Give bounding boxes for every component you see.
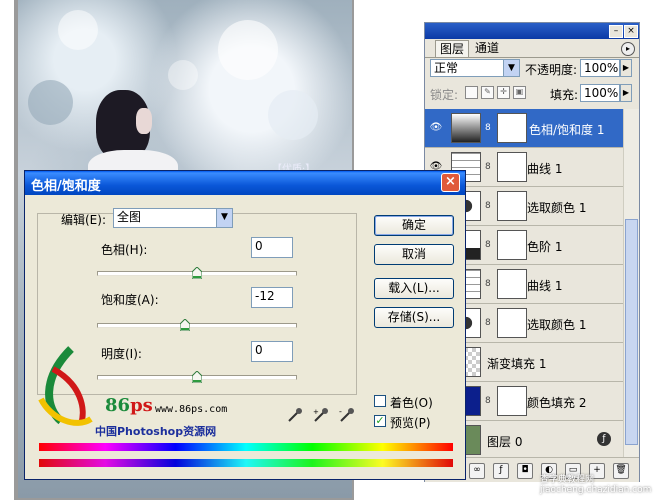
logo-brand: 86ps	[105, 395, 153, 416]
svg-text:-: -	[339, 407, 342, 416]
layers-panel-titlebar[interactable]: – ×	[425, 23, 639, 39]
chevron-down-icon: ▼	[503, 60, 519, 76]
eyedropper-minus-icon[interactable]: -	[339, 407, 355, 423]
add-mask-icon[interactable]: ◘	[517, 463, 533, 479]
layer-name: 选取颜色 1	[527, 201, 587, 215]
close-icon[interactable]: ×	[624, 25, 638, 38]
svg-text:+: +	[313, 408, 319, 416]
layer-name: 颜色填充 2	[527, 396, 587, 410]
close-icon[interactable]: ×	[441, 173, 460, 192]
preview-checkbox[interactable]: ✓	[374, 415, 386, 427]
input-color-bar	[39, 443, 453, 451]
layers-scrollbar[interactable]	[623, 109, 639, 457]
layer-mask-thumbnail[interactable]	[497, 230, 527, 260]
eyedropper-plus-icon[interactable]: +	[313, 407, 329, 423]
saturation-input[interactable]: -12	[251, 287, 293, 308]
scrollbar-thumb[interactable]	[625, 219, 638, 445]
link-icon[interactable]: 8	[485, 161, 493, 173]
eye-icon[interactable]: 👁	[428, 121, 444, 135]
lock-all-icon[interactable]: ▣	[513, 86, 526, 99]
layer-mask-thumbnail[interactable]	[497, 113, 527, 143]
logo-chinese-text: 中国Photoshop资源网	[95, 425, 217, 438]
ok-button[interactable]: 确定	[374, 215, 454, 236]
link-icon[interactable]: 8	[485, 395, 493, 407]
lock-transparent-icon[interactable]	[465, 86, 478, 99]
colorize-label: 着色(O)	[390, 396, 433, 410]
eyedropper-icon[interactable]	[287, 407, 303, 423]
edit-label: 编辑(E):	[61, 213, 106, 227]
layers-tabs: 图层 通道 ▸	[425, 39, 639, 58]
lock-label: 锁定:	[430, 88, 459, 102]
logo-brand-number: 86	[105, 395, 131, 416]
link-icon[interactable]: 8	[485, 239, 493, 251]
hue-saturation-dialog: 色相/饱和度 × 编辑(E): 全图 ▼ 色相(H): 0 饱和度(A): -1…	[24, 170, 466, 480]
blend-mode-select[interactable]: 正常 ▼	[430, 59, 520, 77]
layer-style-icon[interactable]: ƒ	[493, 463, 509, 479]
link-icon[interactable]: 8	[485, 278, 493, 290]
lightness-input[interactable]: 0	[251, 341, 293, 362]
chevron-down-icon: ▼	[216, 209, 232, 227]
opacity-slider-button[interactable]: ▶	[620, 59, 632, 77]
layer-row[interactable]: 👁 8 色相/饱和度 1	[425, 109, 623, 148]
fill-slider-button[interactable]: ▶	[620, 84, 632, 102]
link-icon[interactable]: 8	[485, 122, 493, 134]
logo-brand-ps: ps	[130, 395, 153, 416]
lock-paint-icon[interactable]: ✎	[481, 86, 494, 99]
lock-move-icon[interactable]: ✛	[497, 86, 510, 99]
layer-name: 色阶 1	[527, 240, 563, 254]
fill-label: 填充:	[550, 88, 579, 102]
layer-mask-thumbnail[interactable]	[497, 269, 527, 299]
layer-name: 色相/饱和度 1	[529, 123, 605, 137]
tab-layers[interactable]: 图层	[435, 40, 470, 57]
opacity-input[interactable]: 100%	[580, 59, 620, 77]
layer-mask-thumbnail[interactable]	[497, 191, 527, 221]
hue-slider-thumb[interactable]	[192, 267, 202, 279]
layer-name: 曲线 1	[527, 279, 563, 293]
hue-input[interactable]: 0	[251, 237, 293, 258]
edit-value: 全图	[117, 210, 142, 224]
hue-label: 色相(H):	[101, 243, 148, 257]
adjustment-thumbnail-icon	[451, 113, 481, 143]
layer-style-icon[interactable]: ƒ	[597, 432, 611, 446]
output-color-bar	[39, 459, 453, 467]
layer-mask-thumbnail[interactable]	[497, 308, 527, 338]
layer-name: 渐变填充 1	[487, 357, 547, 371]
load-button[interactable]: 载入(L)...	[374, 278, 454, 299]
link-icon[interactable]: 8	[485, 317, 493, 329]
colorize-checkbox[interactable]	[374, 395, 386, 407]
link-icon[interactable]: 8	[485, 200, 493, 212]
saturation-slider-track[interactable]	[97, 323, 297, 328]
save-button[interactable]: 存储(S)...	[374, 307, 454, 328]
opacity-label: 不透明度:	[525, 63, 578, 77]
blend-mode-value: 正常	[434, 61, 459, 75]
cancel-button[interactable]: 取消	[374, 244, 454, 265]
lightness-slider-thumb[interactable]	[192, 371, 202, 383]
saturation-slider-thumb[interactable]	[180, 319, 190, 331]
layer-mask-thumbnail[interactable]	[497, 152, 527, 182]
dialog-title: 色相/饱和度	[31, 179, 101, 194]
dialog-titlebar[interactable]: 色相/饱和度 ×	[25, 171, 465, 195]
layer-name: 图层 0	[487, 435, 523, 449]
site-watermark: 查字典教程网 jiaocheng.chazidian.com	[540, 475, 652, 495]
edit-select[interactable]: 全图 ▼	[113, 208, 233, 228]
layer-name: 选取颜色 1	[527, 318, 587, 332]
logo-url: www.86ps.com	[155, 404, 228, 415]
layer-mask-thumbnail[interactable]	[497, 386, 527, 416]
preview-label: 预览(P)	[390, 416, 431, 430]
fill-input[interactable]: 100%	[580, 84, 620, 102]
panel-menu-icon[interactable]: ▸	[621, 42, 635, 56]
layer-name: 曲线 1	[527, 162, 563, 176]
minimize-icon[interactable]: –	[609, 25, 623, 38]
link-layers-icon[interactable]: ∞	[469, 463, 485, 479]
tab-channels[interactable]: 通道	[471, 40, 503, 56]
subject-face	[136, 108, 152, 134]
saturation-label: 饱和度(A):	[101, 293, 159, 307]
